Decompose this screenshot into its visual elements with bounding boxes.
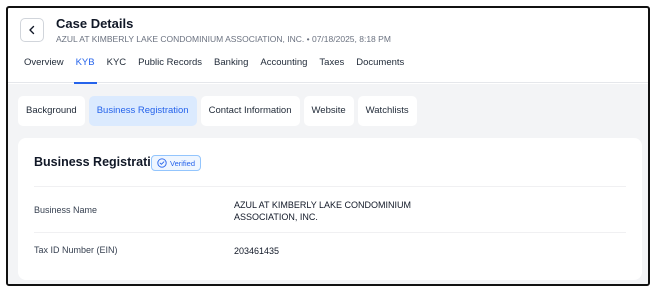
kyb-content: Background Business Registration Contact… [8,84,648,284]
main-tab-bar: Overview KYB KYC Public Records Banking … [8,53,648,84]
verified-badge: Verified [151,155,202,171]
subtab-contact-information[interactable]: Contact Information [200,96,300,126]
subtab-website[interactable]: Website [303,96,354,126]
tab-documents[interactable]: Documents [350,53,410,83]
case-subtitle: AZUL AT KIMBERLY LAKE CONDOMINIUM ASSOCI… [56,34,391,44]
page-title: Case Details [56,16,134,31]
field-row-tax-id: Tax ID Number (EIN) 203461435 [34,232,626,272]
tab-kyc[interactable]: KYC [101,53,133,83]
business-registration-card: Business Registration Verified Business … [18,138,642,280]
field-row-business-name: Business Name AZUL AT KIMBERLY LAKE COND… [34,186,626,232]
field-value: 203461435 [234,246,280,256]
subtab-watchlists[interactable]: Watchlists [357,96,417,126]
field-label: Business Name [34,205,98,215]
field-value: AZUL AT KIMBERLY LAKE CONDOMINIUM ASSOCI… [234,200,412,222]
tab-kyb[interactable]: KYB [70,53,101,84]
back-button[interactable] [20,18,44,42]
check-circle-icon [157,158,167,168]
kyb-sub-tab-bar: Background Business Registration Contact… [18,96,417,126]
tab-accounting[interactable]: Accounting [254,53,313,83]
page-header: Case Details AZUL AT KIMBERLY LAKE CONDO… [8,8,648,50]
subtab-business-registration[interactable]: Business Registration [88,96,197,126]
tab-public-records[interactable]: Public Records [132,53,208,83]
chevron-left-icon [29,25,35,35]
case-details-window: Case Details AZUL AT KIMBERLY LAKE CONDO… [6,6,650,286]
subtab-background[interactable]: Background [18,96,85,126]
verified-badge-label: Verified [170,158,196,168]
tab-taxes[interactable]: Taxes [313,53,350,83]
tab-banking[interactable]: Banking [208,53,254,83]
tab-overview[interactable]: Overview [18,53,70,83]
card-title: Business Registration [34,155,166,169]
field-label: Tax ID Number (EIN) [34,245,118,255]
